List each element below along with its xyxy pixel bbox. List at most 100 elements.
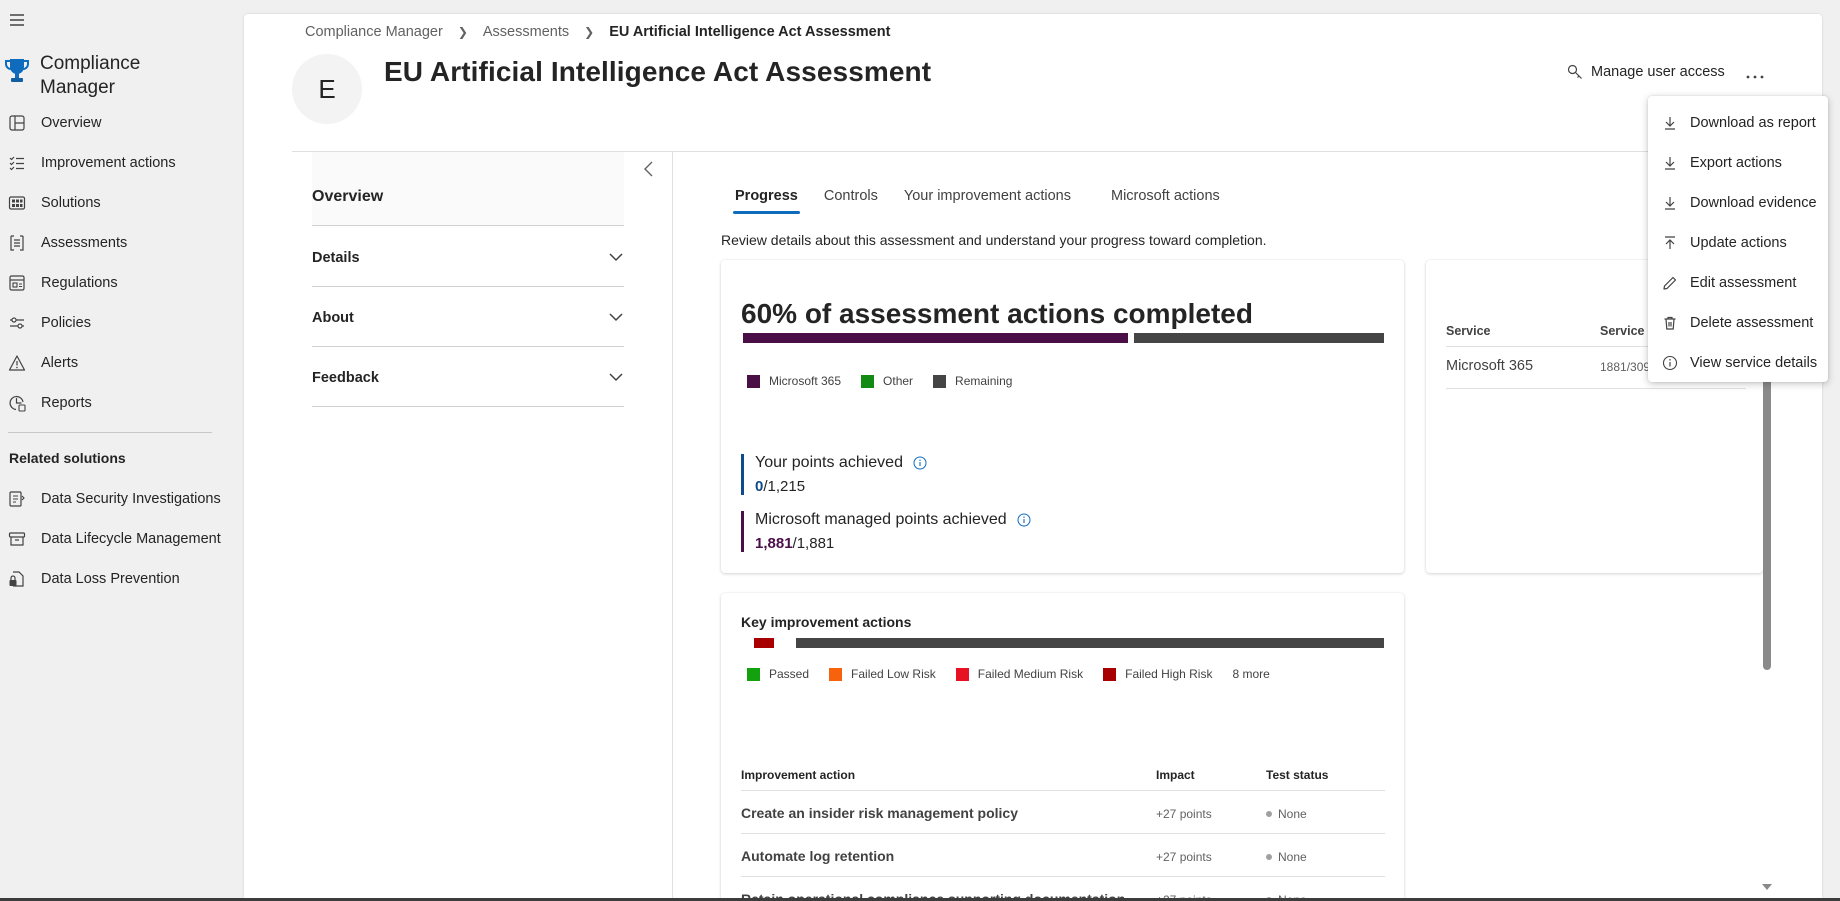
brand-title: Compliance Manager [40,53,141,98]
side-panel-divider [672,152,673,901]
breadcrumb-compliance-manager[interactable]: Compliance Manager [305,24,443,40]
breadcrumb: Compliance Manager ❯ Assessments ❯ EU Ar… [305,24,890,40]
nav-item-label: Regulations [41,275,118,291]
menu-item-delete-assessment[interactable]: Delete assessment [1648,303,1828,343]
hamburger-menu-icon[interactable] [7,10,27,30]
tab-bar: Progress Controls Your improvement actio… [733,184,1244,214]
nav-item-label: Alerts [41,355,79,371]
improvement-action-name[interactable]: Create an insider risk management policy [741,805,1018,821]
checklist-icon [8,154,26,172]
legend-swatch [747,667,760,681]
vertical-scrollbar[interactable] [1763,354,1771,670]
menu-item-download-as-report[interactable]: Download as report [1648,103,1828,143]
chevron-right-icon: ❯ [457,25,468,39]
legend-swatch [747,374,760,388]
legend-item-remaining[interactable]: Remaining [933,374,1012,388]
info-icon[interactable] [913,456,927,470]
breadcrumb-current: EU Artificial Intelligence Act Assessmen… [609,24,891,40]
legend-swatch [1103,667,1117,681]
tab-progress[interactable]: Progress [733,184,800,214]
legend-more-button[interactable]: 8 more [1232,667,1269,681]
menu-item-label: Update actions [1690,235,1787,251]
nav-item-label: Data Security Investigations [41,491,221,507]
trash-icon [1664,316,1676,330]
nav-item-assessments[interactable]: Assessments [0,223,230,263]
legend-swatch [829,667,843,681]
service-column-header[interactable]: Service [1446,324,1490,338]
key-actions-bar-high-risk [754,638,774,648]
legend-item-microsoft365[interactable]: Microsoft 365 [747,374,841,388]
nav-item-reports[interactable]: Reports [0,383,230,423]
accordion-about[interactable]: About [312,287,624,347]
more-options-menu: Download as report Export actions Downlo… [1648,96,1828,382]
more-options-button[interactable] [1741,66,1769,88]
related-solutions-heading: Related solutions [9,450,126,466]
service-name[interactable]: Microsoft 365 [1446,358,1533,374]
legend-swatch [933,374,947,388]
chevron-down-icon [609,253,623,262]
menu-item-view-service-details[interactable]: View service details [1648,343,1828,383]
impact-value: +27 points [1156,850,1212,864]
nav-item-label: Reports [41,395,92,411]
nav-item-overview[interactable]: Overview [0,103,230,143]
menu-item-export-actions[interactable]: Export actions [1648,143,1828,183]
tab-your-improvement-actions[interactable]: Your improvement actions [902,184,1073,214]
test-status-label: None [1278,807,1307,821]
scroll-down-arrow-icon[interactable] [1761,883,1773,891]
intro-text: Review details about this assessment and… [721,232,1267,248]
nav-item-improvement-actions[interactable]: Improvement actions [0,143,230,183]
legend-item-failed-high-risk[interactable]: Failed High Risk [1103,667,1212,681]
table-row[interactable]: Create an insider risk management policy… [741,790,1385,833]
nav-item-solutions[interactable]: Solutions [0,183,230,223]
menu-item-label: View service details [1690,355,1818,371]
chevron-left-icon [644,161,653,177]
nav-item-policies[interactable]: Policies [0,303,230,343]
menu-item-edit-assessment[interactable]: Edit assessment [1648,263,1828,303]
side-panel-overview[interactable]: Overview [312,152,624,226]
impact-value: +27 points [1156,807,1212,821]
nav-divider [8,432,212,433]
nav-item-data-loss-prevention[interactable]: Data Loss Prevention [0,559,230,599]
accordion-feedback[interactable]: Feedback [312,347,624,407]
nav-item-alerts[interactable]: Alerts [0,343,230,383]
collapse-panel-button[interactable] [640,158,658,180]
info-icon [1662,355,1678,371]
menu-item-update-actions[interactable]: Update actions [1648,223,1828,263]
brand: Compliance Manager [4,52,180,100]
nav-item-regulations[interactable]: Regulations [0,263,230,303]
nav-item-data-lifecycle-management[interactable]: Data Lifecycle Management [0,519,230,559]
column-header-test-status[interactable]: Test status [1266,768,1328,782]
report-icon [8,394,26,412]
improvement-action-name[interactable]: Automate log retention [741,848,894,864]
nav-item-data-security-investigations[interactable]: Data Security Investigations [0,479,230,519]
microsoft-points-value: 1,881 [755,535,793,552]
menu-item-label: Edit assessment [1690,275,1797,291]
progress-title: 60% of assessment actions completed [741,298,1253,329]
menu-item-download-evidence[interactable]: Download evidence [1648,183,1828,223]
menu-item-label: Download evidence [1690,195,1817,211]
breadcrumb-assessments[interactable]: Assessments [483,24,569,40]
legend-item-passed[interactable]: Passed [747,667,809,681]
pencil-icon [1663,276,1677,290]
manage-user-access-button[interactable]: Manage user access [1567,64,1725,80]
info-icon[interactable] [1017,513,1031,527]
legend-item-other[interactable]: Other [861,374,913,388]
dashboard-icon [8,114,26,132]
accordion-details[interactable]: Details [312,227,624,287]
upload-icon [1665,236,1675,249]
trophy-icon [4,56,30,86]
tab-microsoft-actions[interactable]: Microsoft actions [1109,184,1222,214]
nav-item-label: Assessments [41,235,128,251]
legend-label: Passed [769,667,810,681]
column-header-improvement-action[interactable]: Improvement action [741,768,855,782]
legend-item-failed-medium-risk[interactable]: Failed Medium Risk [955,667,1083,681]
table-row[interactable]: Automate log retention +27 points None [741,833,1385,876]
sliders-icon [8,314,26,332]
clipboard-list-icon [8,234,26,252]
legend-label: Failed High Risk [1125,667,1213,681]
legend-item-failed-low-risk[interactable]: Failed Low Risk [829,667,936,681]
manage-user-access-label: Manage user access [1591,64,1725,80]
tab-controls[interactable]: Controls [822,184,880,214]
status-dot-icon [1266,854,1272,860]
column-header-impact[interactable]: Impact [1156,768,1195,782]
